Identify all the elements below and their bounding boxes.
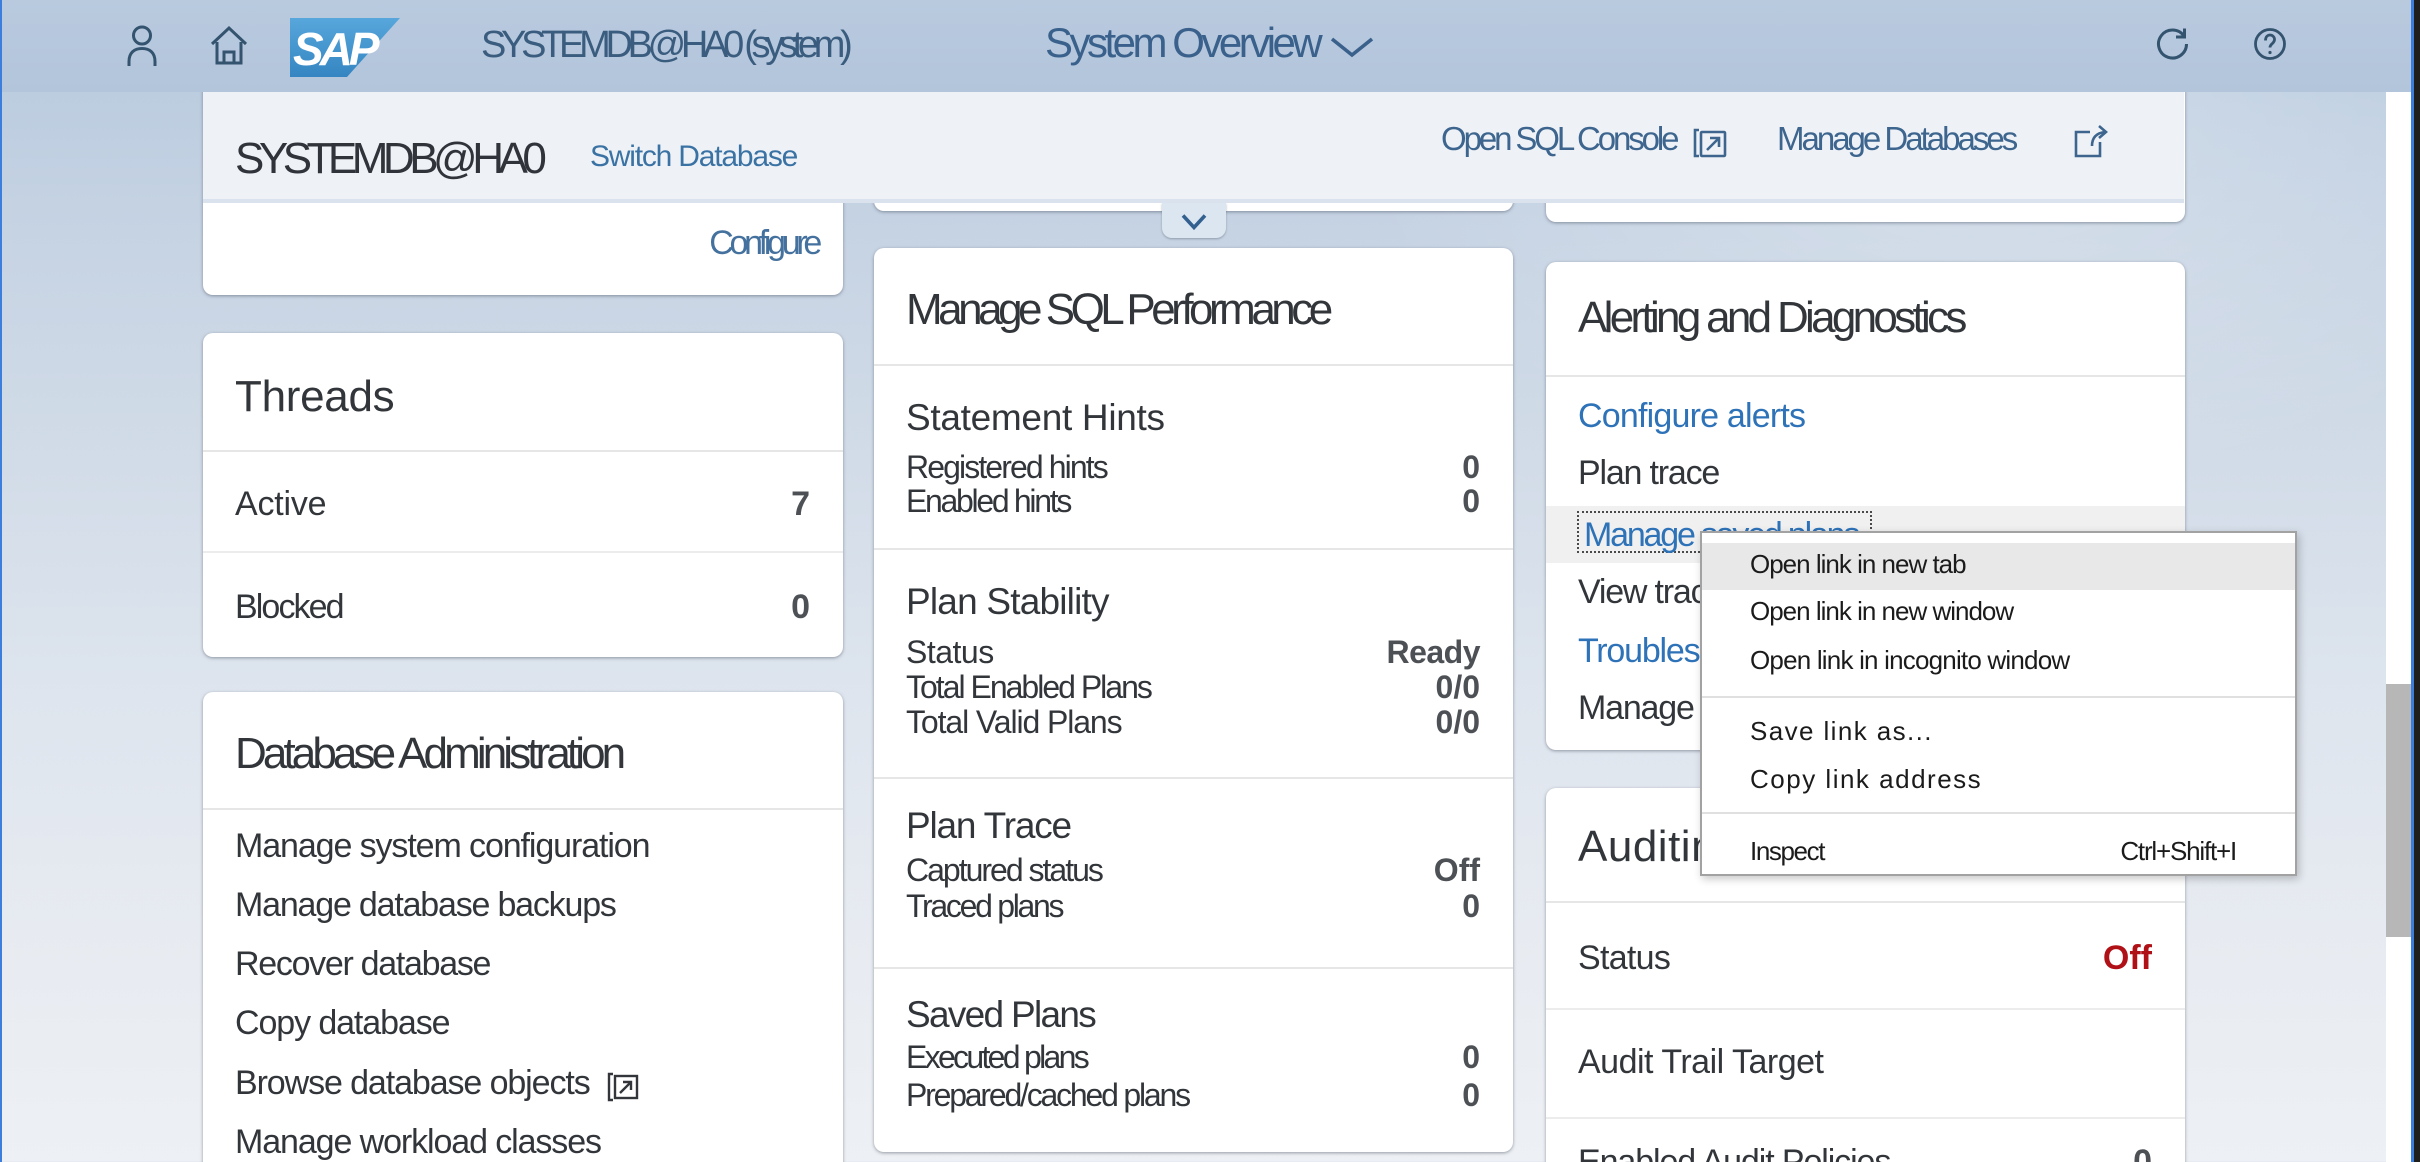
svg-text:SAP: SAP — [293, 23, 380, 75]
